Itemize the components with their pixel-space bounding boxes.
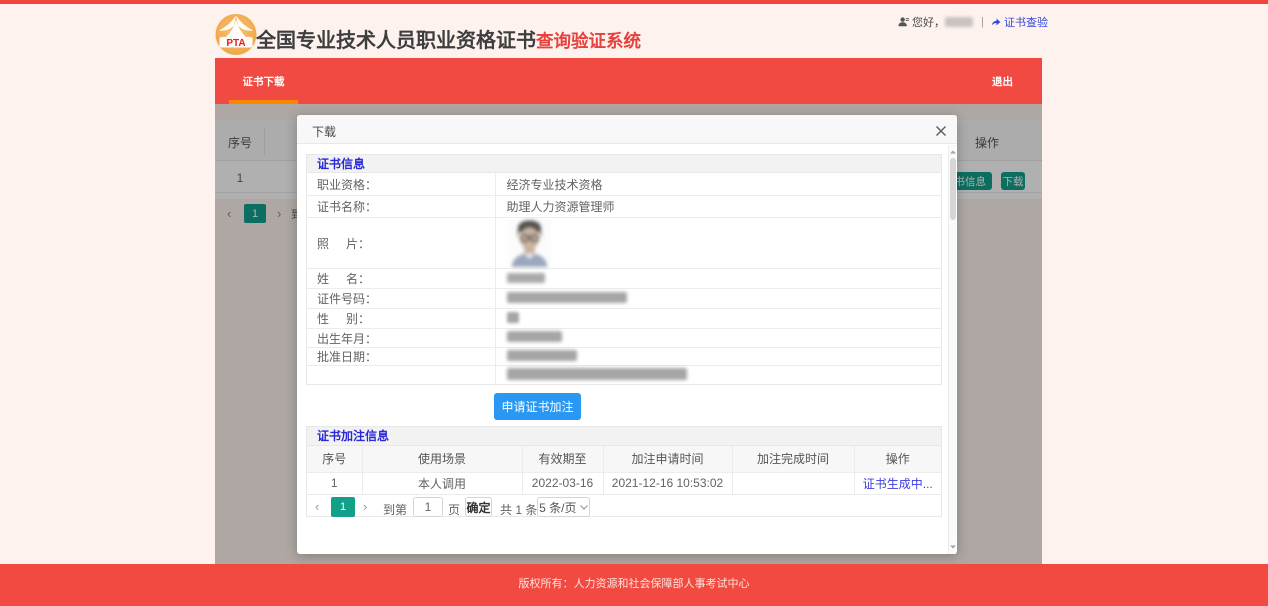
svg-text:PTA: PTA xyxy=(226,38,245,49)
